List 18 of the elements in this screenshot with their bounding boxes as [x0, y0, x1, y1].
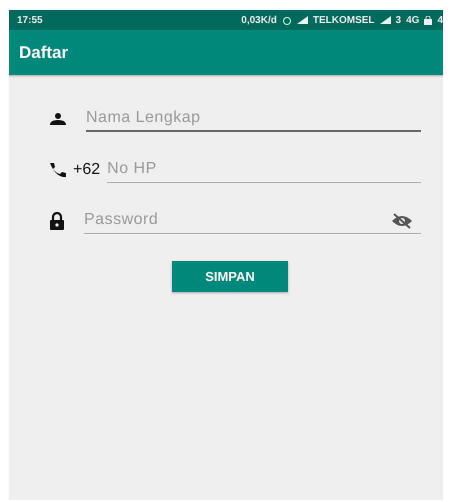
person-icon	[49, 112, 67, 124]
lock-icon	[424, 16, 432, 24]
status-network: 4G	[406, 14, 420, 26]
country-code: +62	[73, 160, 100, 178]
status-carrier: TELKOMSEL	[312, 14, 375, 26]
input-field[interactable]: No HP	[107, 156, 421, 182]
save-button[interactable]: SIMPAN	[172, 261, 288, 292]
status-battery: 4	[437, 14, 443, 26]
lock-icon	[49, 212, 65, 230]
status-time: 17:55	[17, 14, 43, 26]
signal-icon	[380, 16, 391, 24]
app-title: Daftar	[19, 42, 68, 62]
status-speed: 0,03K/d	[241, 14, 277, 26]
input-field[interactable]: Nama Lengkap	[86, 106, 421, 132]
eye-off-icon[interactable]	[391, 212, 413, 228]
signal-icon	[296, 16, 308, 24]
phone-icon	[49, 162, 67, 178]
status-sim: 3	[396, 14, 402, 26]
